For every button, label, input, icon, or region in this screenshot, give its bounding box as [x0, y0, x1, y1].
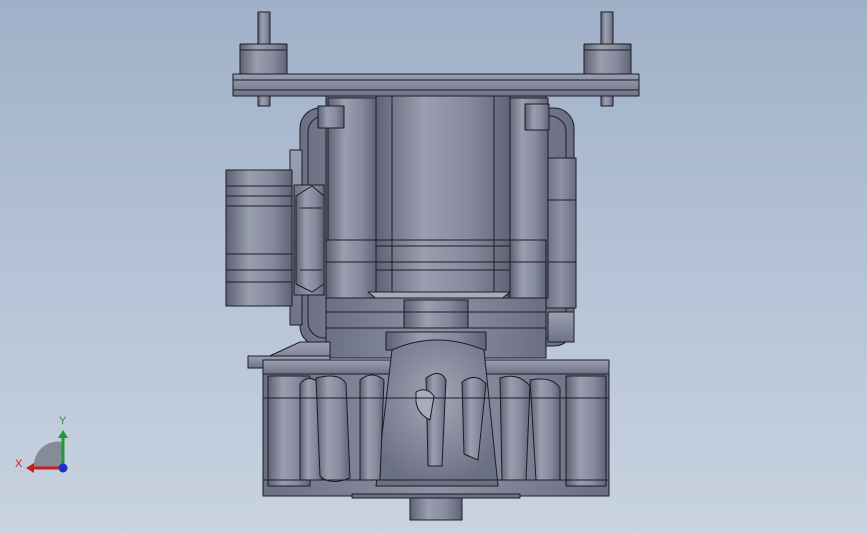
right-side-port — [545, 157, 577, 343]
y-axis-label: Y — [59, 415, 67, 427]
triad-axes-icon — [26, 430, 68, 473]
orientation-triad[interactable]: Y X — [14, 412, 76, 478]
impeller-blades — [299, 373, 561, 482]
top-mounting-plate — [232, 73, 640, 97]
output-shaft — [409, 495, 463, 521]
motor-cylinder — [375, 95, 511, 293]
z-axis-dot — [58, 463, 68, 473]
x-axis-label: X — [15, 458, 23, 470]
gearbox-assembly-model[interactable] — [0, 0, 867, 533]
graphics-viewport[interactable] — [0, 0, 867, 533]
